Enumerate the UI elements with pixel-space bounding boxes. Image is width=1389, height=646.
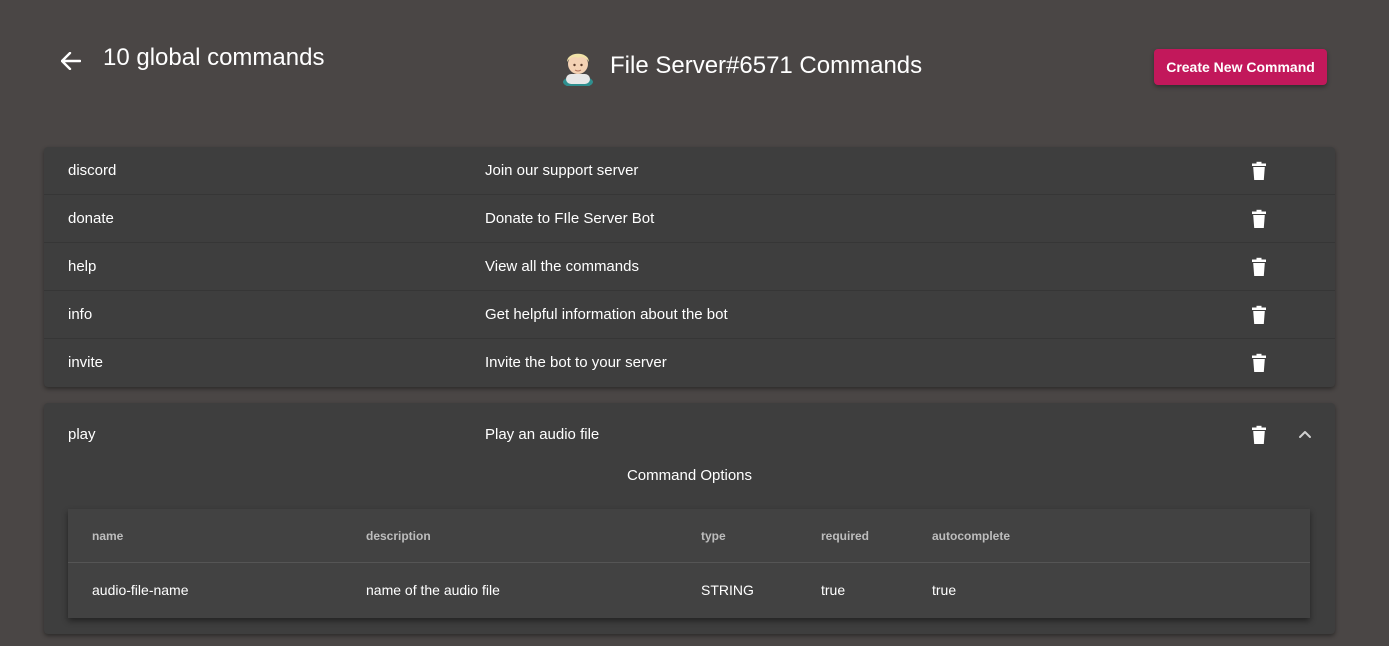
command-description: Get helpful information about the bot <box>485 306 728 323</box>
back-button[interactable] <box>58 50 84 72</box>
trash-icon[interactable] <box>1249 425 1269 445</box>
option-type: STRING <box>701 582 754 598</box>
trash-icon[interactable] <box>1249 353 1269 373</box>
command-name: play <box>68 426 96 443</box>
chevron-up-icon[interactable] <box>1294 423 1316 445</box>
commands-page: 10 global commands File Server#6571 Comm… <box>0 0 1389 646</box>
expanded-command-header[interactable]: play Play an audio file <box>44 403 1335 467</box>
option-name: audio-file-name <box>92 582 189 598</box>
arrow-left-icon <box>61 52 81 70</box>
column-header-required: required <box>821 529 870 543</box>
page-title: File Server#6571 Commands <box>610 52 923 79</box>
trash-icon[interactable] <box>1249 305 1269 325</box>
column-header-name: name <box>92 529 124 543</box>
column-header-autocomplete: autocomplete <box>932 529 1011 543</box>
command-description: Play an audio file <box>485 426 600 443</box>
command-description: View all the commands <box>485 258 639 275</box>
command-description: Invite the bot to your server <box>485 354 667 371</box>
command-name: invite <box>68 354 104 371</box>
command-row[interactable]: donate Donate to FIle Server Bot <box>44 195 1335 243</box>
bot-title-area: File Server#6571 Commands <box>558 44 922 88</box>
trash-icon[interactable] <box>1249 257 1269 277</box>
command-description: Join our support server <box>485 162 639 179</box>
command-name: help <box>68 258 97 275</box>
trash-icon[interactable] <box>1249 209 1269 229</box>
command-row[interactable]: invite Invite the bot to your server <box>44 339 1335 387</box>
option-autocomplete: true <box>932 582 957 598</box>
expanded-command-panel: play Play an audio file Command Options … <box>44 403 1335 634</box>
option-required: true <box>821 582 846 598</box>
command-options-table: name description type required autocompl… <box>68 509 1310 618</box>
command-row[interactable]: discord Join our support server <box>44 147 1335 195</box>
command-row[interactable]: help View all the commands <box>44 243 1335 291</box>
trash-icon[interactable] <box>1249 161 1269 181</box>
command-options-title: Command Options <box>626 467 753 484</box>
create-new-command-button[interactable]: Create New Command <box>1154 49 1327 85</box>
command-row[interactable]: info Get helpful information about the b… <box>44 291 1335 339</box>
command-name: info <box>68 306 93 323</box>
command-name: discord <box>68 162 117 179</box>
table-row: audio-file-name name of the audio file S… <box>68 563 1310 617</box>
option-description: name of the audio file <box>366 582 500 598</box>
command-name: donate <box>68 210 114 227</box>
column-header-type: type <box>701 529 726 543</box>
table-header: name description type required autocompl… <box>68 509 1310 563</box>
column-header-description: description <box>366 529 431 543</box>
command-list: discord Join our support server donate D… <box>44 147 1335 387</box>
bot-avatar <box>563 53 593 86</box>
global-commands-count: 10 global commands <box>103 44 325 71</box>
command-description: Donate to FIle Server Bot <box>485 210 655 227</box>
